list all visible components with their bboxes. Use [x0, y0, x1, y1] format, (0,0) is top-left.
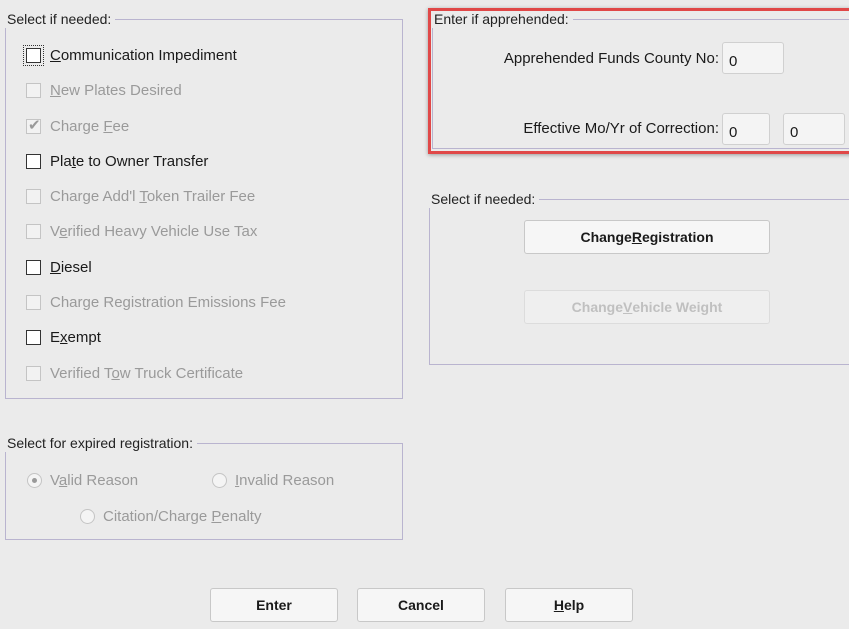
checkbox-row[interactable]: Verified Heavy Vehicle Use Tax [26, 220, 257, 242]
checkbox-row[interactable]: Exempt [26, 326, 101, 348]
group-legend: Select if needed: [429, 190, 540, 208]
help-button[interactable]: Help [505, 588, 633, 622]
radio-indicator[interactable] [80, 509, 95, 524]
checkbox-label: Plate to Owner Transfer [50, 152, 209, 170]
checkbox-row[interactable]: ✔ Charge Fee [26, 115, 129, 137]
citation-penalty-label: Citation/Charge Penalty [103, 508, 262, 525]
checkmark-icon: ✔ [28, 116, 41, 134]
checkbox-row[interactable]: New Plates Desired [26, 79, 182, 101]
checkbox-label: Diesel [50, 258, 92, 276]
checkbox[interactable] [26, 259, 41, 275]
valid-reason-radio[interactable]: Valid Reason [27, 472, 138, 489]
checkbox[interactable] [26, 82, 41, 98]
checkbox-label: Charge Registration Emissions Fee [50, 293, 286, 311]
checkbox-label: Charge Fee [50, 117, 130, 135]
checkbox-label: Verified Tow Truck Certificate [50, 364, 244, 382]
citation-penalty-radio[interactable]: Citation/Charge Penalty [80, 508, 261, 525]
invalid-reason-label: Invalid Reason [235, 472, 335, 489]
radio-indicator[interactable] [212, 473, 227, 488]
checkbox-label: New Plates Desired [50, 81, 182, 99]
checkbox-row[interactable]: Verified Tow Truck Certificate [26, 362, 243, 384]
checkbox-row[interactable]: Plate to Owner Transfer [26, 150, 208, 172]
change-vehicle-weight-button[interactable]: Change Vehicle Weight [524, 290, 770, 324]
checkbox-label: Communication Impediment [50, 46, 237, 64]
checkbox-label: Verified Heavy Vehicle Use Tax [50, 222, 258, 240]
radio-indicator[interactable] [27, 473, 42, 488]
checkbox-row[interactable]: Charge Add'l Token Trailer Fee [26, 185, 255, 207]
checkbox[interactable] [26, 329, 41, 345]
checkbox[interactable] [23, 44, 44, 66]
checkbox-row[interactable]: Communication Impediment [23, 44, 237, 66]
change-registration-button[interactable]: Change Registration [524, 220, 770, 254]
checkbox[interactable] [26, 294, 41, 310]
expired-registration-group: Select for expired registration: [5, 434, 403, 540]
highlight-box [428, 8, 849, 154]
invalid-reason-radio[interactable]: Invalid Reason [212, 472, 334, 489]
valid-reason-label: Valid Reason [50, 472, 139, 489]
checkbox[interactable] [26, 153, 41, 169]
checkbox[interactable] [26, 223, 41, 239]
checkbox[interactable] [26, 188, 41, 204]
checkbox-label: Charge Add'l Token Trailer Fee [50, 187, 256, 205]
group-legend: Select for expired registration: [5, 434, 197, 452]
cancel-button[interactable]: Cancel [357, 588, 485, 622]
checkbox[interactable] [26, 365, 41, 381]
group-legend: Select if needed: [5, 10, 116, 28]
checkbox[interactable]: ✔ [26, 116, 41, 134]
checkbox-label: Exempt [50, 328, 101, 346]
enter-button[interactable]: Enter [210, 588, 338, 622]
checkbox-row[interactable]: Diesel [26, 256, 92, 278]
checkbox-row[interactable]: Charge Registration Emissions Fee [26, 291, 286, 313]
